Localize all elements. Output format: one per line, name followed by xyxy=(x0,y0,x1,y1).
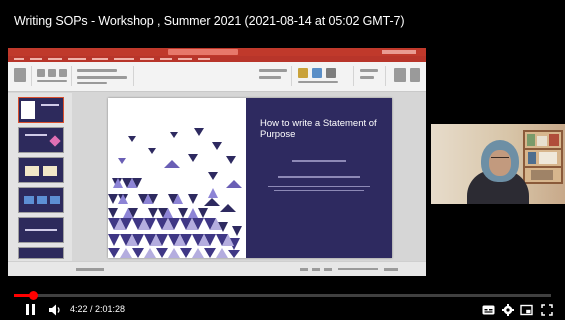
slide-thumbnail[interactable] xyxy=(18,217,64,243)
slide-thumbnail[interactable] xyxy=(18,247,64,259)
slide-thumbnail[interactable] xyxy=(18,97,64,123)
slide-thumbnail-panel xyxy=(8,93,72,261)
shared-screen: How to write a Statement of Purpose xyxy=(8,48,426,276)
progress-bar[interactable] xyxy=(14,291,551,300)
slide-title: How to write a Statement of Purpose xyxy=(260,118,377,140)
slide-thumbnail[interactable] xyxy=(18,187,64,213)
time-display: 4:22 / 2:01:28 xyxy=(70,304,126,314)
ppt-statusbar xyxy=(8,261,426,276)
volume-icon[interactable] xyxy=(48,303,62,317)
miniplayer-icon[interactable] xyxy=(520,303,533,317)
video-title: Writing SOPs - Workshop , Summer 2021 (2… xyxy=(14,14,405,28)
captions-icon[interactable] xyxy=(482,303,495,317)
presenter-webcam xyxy=(431,124,565,204)
triangle-pattern xyxy=(108,128,242,258)
ppt-ribbon xyxy=(8,62,426,92)
slide-thumbnail[interactable] xyxy=(18,157,64,183)
settings-icon[interactable] xyxy=(502,303,514,317)
slide-title-panel: How to write a Statement of Purpose xyxy=(246,98,392,258)
slide-thumbnail[interactable] xyxy=(18,127,64,153)
fullscreen-icon[interactable] xyxy=(541,303,553,317)
progress-scrubber[interactable] xyxy=(29,291,39,300)
video-player[interactable]: Writing SOPs - Workshop , Summer 2021 (2… xyxy=(0,0,565,320)
current-slide: How to write a Statement of Purpose xyxy=(108,98,392,258)
pause-icon[interactable] xyxy=(26,303,36,317)
ppt-titlebar xyxy=(8,48,426,56)
